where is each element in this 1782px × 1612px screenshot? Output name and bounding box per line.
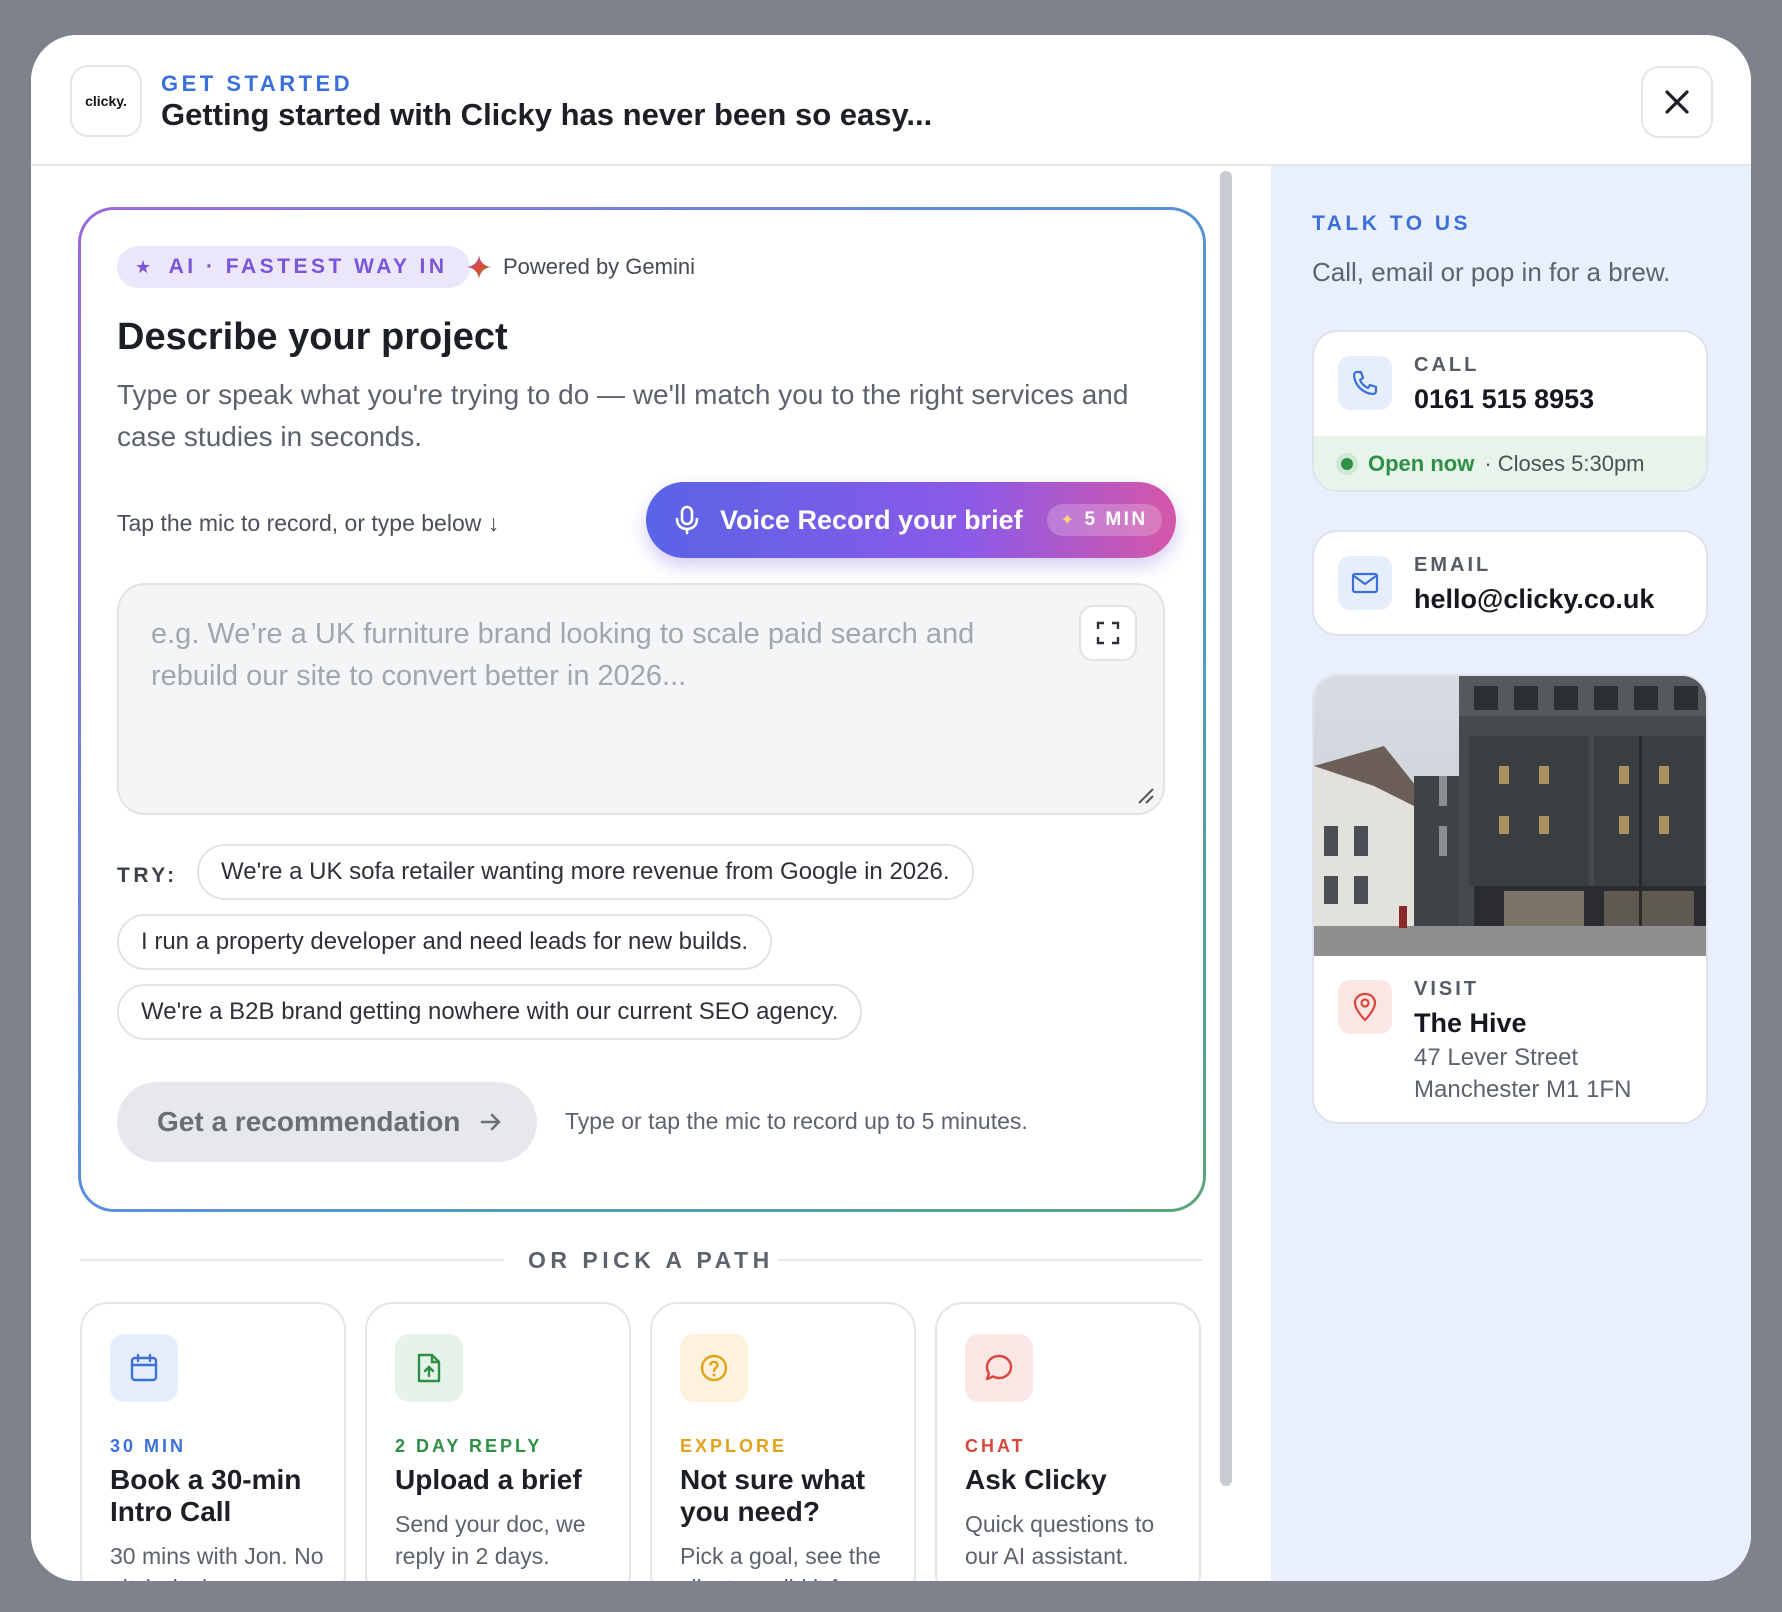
close-button[interactable] bbox=[1641, 66, 1713, 138]
suggestion-chip[interactable]: I run a property developer and need lead… bbox=[117, 914, 773, 970]
modal-bottom-edge bbox=[0, 1581, 1782, 1612]
voice-button-label: Voice Record your brief bbox=[720, 504, 1023, 535]
path-eyebrow: 30 MIN bbox=[110, 1436, 187, 1456]
calendar-icon bbox=[110, 1334, 178, 1402]
modal-title: Getting started with Clicky has never be… bbox=[161, 97, 933, 132]
path-eyebrow: 2 DAY REPLY bbox=[395, 1436, 543, 1456]
call-label: CALL bbox=[1414, 354, 1480, 376]
recommend-hint: Type or tap the mic to record up to 5 mi… bbox=[565, 1108, 1028, 1134]
chat-icon bbox=[965, 1334, 1033, 1402]
ai-card-title: Describe your project bbox=[117, 316, 508, 358]
get-recommendation-button[interactable]: Get a recommendation bbox=[117, 1082, 537, 1162]
talk-to-us-eyebrow: TALK TO US bbox=[1312, 212, 1472, 235]
path-title: Book a 30-min Intro Call bbox=[110, 1464, 302, 1527]
question-icon bbox=[680, 1334, 748, 1402]
try-label: TRY: bbox=[117, 864, 178, 887]
path-title: Ask Clicky bbox=[965, 1464, 1107, 1495]
suggestion-chip[interactable]: We're a B2B brand getting nowhere with o… bbox=[117, 984, 863, 1040]
call-card[interactable]: CALL 0161 515 8953 Open now · Closes 5:3… bbox=[1312, 330, 1708, 492]
email-label: EMAIL bbox=[1414, 554, 1492, 576]
sparkle-icon: ✦ bbox=[1060, 512, 1077, 529]
header-eyebrow: GET STARTED bbox=[161, 71, 354, 96]
modal-header: clicky. GET STARTED Getting started with… bbox=[31, 35, 1751, 166]
resize-handle-icon[interactable] bbox=[1133, 783, 1155, 805]
path-description: Quick questions to our AI assistant. bbox=[965, 1511, 1155, 1569]
expand-icon bbox=[1096, 621, 1120, 645]
open-now-label: Open now bbox=[1368, 451, 1475, 476]
talk-to-us-subtitle: Call, email or pop in for a brew. bbox=[1312, 257, 1671, 287]
visit-card[interactable]: VISIT The Hive 47 Lever Street Mancheste… bbox=[1312, 674, 1708, 1124]
logo-text: clicky. bbox=[85, 93, 127, 109]
divider-right bbox=[778, 1259, 1202, 1261]
ai-badge-label: AI · FASTEST WAY IN bbox=[168, 255, 448, 278]
address-line-1: 47 Lever Street bbox=[1414, 1044, 1579, 1071]
path-eyebrow: EXPLORE bbox=[680, 1436, 788, 1456]
closing-time: · Closes 5:30pm bbox=[1484, 451, 1645, 476]
location-pin-icon bbox=[1338, 980, 1392, 1034]
star-icon: ★ bbox=[135, 256, 155, 277]
clicky-logo: clicky. bbox=[70, 65, 142, 137]
gemini-sparkle-icon bbox=[467, 255, 491, 279]
close-icon bbox=[1665, 90, 1689, 114]
status-dot bbox=[1336, 453, 1358, 475]
divider-left bbox=[80, 1259, 504, 1261]
recommend-button-label: Get a recommendation bbox=[157, 1106, 461, 1137]
mail-icon bbox=[1338, 556, 1392, 610]
voice-record-button[interactable]: Voice Record your brief ✦ 5 MIN bbox=[646, 482, 1176, 558]
ai-card-description: Type or speak what you're trying to do —… bbox=[117, 379, 1129, 452]
path-title: Not sure what you need? bbox=[680, 1464, 866, 1527]
pick-path-label: OR PICK A PATH bbox=[528, 1247, 774, 1273]
address-line-2: Manchester M1 1FN bbox=[1414, 1076, 1632, 1103]
scrollbar[interactable] bbox=[1220, 171, 1232, 1486]
path-card-intro-call[interactable]: 30 MIN Book a 30-min Intro Call 30 mins … bbox=[80, 1302, 346, 1602]
upload-file-icon bbox=[395, 1334, 463, 1402]
expand-button[interactable] bbox=[1079, 605, 1137, 661]
tap-mic-hint: Tap the mic to record, or type below ↓ bbox=[117, 510, 500, 536]
powered-by-gemini: Powered by Gemini bbox=[467, 254, 695, 280]
duration-pill-label: 5 MIN bbox=[1084, 509, 1148, 530]
microphone-icon bbox=[675, 505, 699, 535]
path-description: Send your doc, we reply in 2 days. bbox=[395, 1511, 586, 1569]
phone-icon bbox=[1338, 356, 1392, 410]
powered-by-label: Powered by Gemini bbox=[503, 254, 695, 279]
email-address[interactable]: hello@clicky.co.uk bbox=[1414, 584, 1654, 615]
brief-placeholder: e.g. We’re a UK furniture brand looking … bbox=[151, 618, 975, 692]
email-card[interactable]: EMAIL hello@clicky.co.uk bbox=[1312, 530, 1708, 636]
open-status-bar: Open now · Closes 5:30pm bbox=[1314, 436, 1706, 490]
office-photo bbox=[1314, 676, 1706, 956]
suggestion-chip[interactable]: We're a UK sofa retailer wanting more re… bbox=[197, 844, 974, 900]
duration-pill: ✦ 5 MIN bbox=[1046, 504, 1162, 536]
brief-textarea[interactable]: e.g. We’re a UK furniture brand looking … bbox=[117, 583, 1165, 815]
path-eyebrow: CHAT bbox=[965, 1436, 1026, 1456]
path-card-ask-clicky[interactable]: CHAT Ask Clicky Quick questions to our A… bbox=[935, 1302, 1201, 1602]
visit-label: VISIT bbox=[1414, 978, 1480, 1000]
ai-brief-card: ★ AI · FASTEST WAY IN Powered by Gemini … bbox=[78, 207, 1206, 1212]
venue-name: The Hive bbox=[1414, 1008, 1527, 1038]
phone-number[interactable]: 0161 515 8953 bbox=[1414, 384, 1594, 415]
ai-badge: ★ AI · FASTEST WAY IN bbox=[117, 246, 470, 288]
path-title: Upload a brief bbox=[395, 1464, 582, 1495]
arrow-right-icon bbox=[481, 1113, 501, 1131]
path-card-upload-brief[interactable]: 2 DAY REPLY Upload a brief Send your doc… bbox=[365, 1302, 631, 1602]
path-card-explore[interactable]: EXPLORE Not sure what you need? Pick a g… bbox=[650, 1302, 916, 1602]
